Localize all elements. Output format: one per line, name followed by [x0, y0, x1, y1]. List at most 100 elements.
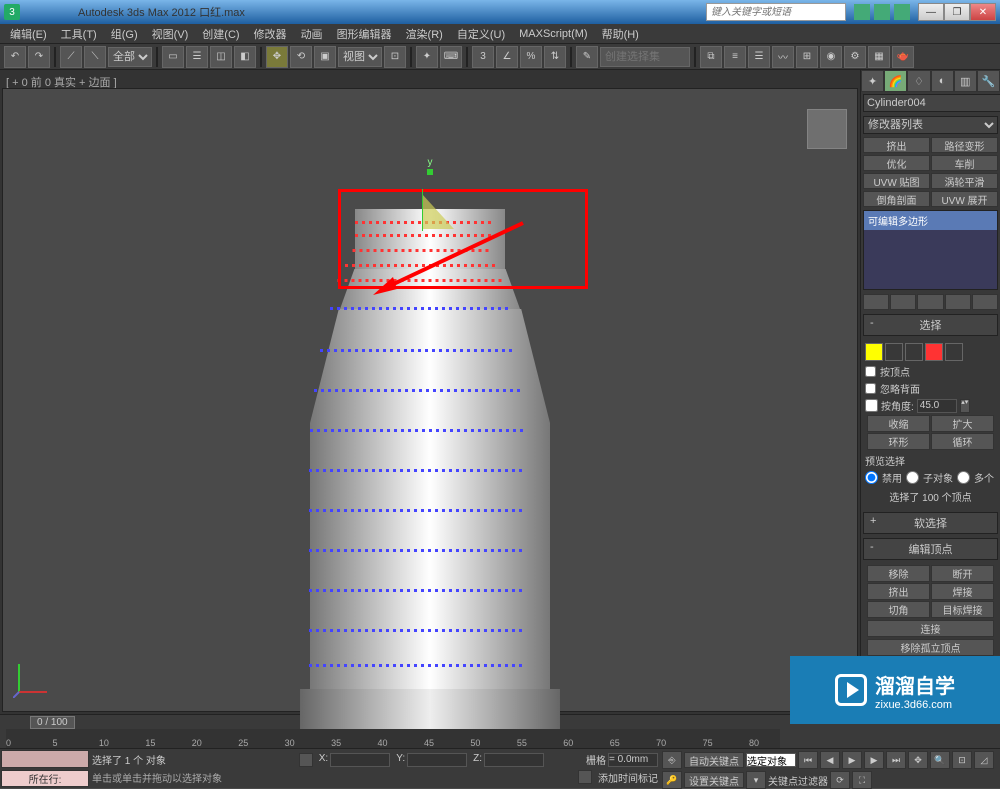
- keymode-icon[interactable]: ⌨: [440, 46, 462, 68]
- play-icon[interactable]: ▶: [842, 751, 862, 769]
- move-gizmo[interactable]: [422, 189, 462, 236]
- modifier-list[interactable]: 修改器列表: [863, 116, 998, 134]
- stack-pin-icon[interactable]: [863, 294, 889, 310]
- menu-help[interactable]: 帮助(H): [596, 24, 645, 44]
- select-name-icon[interactable]: ☰: [186, 46, 208, 68]
- btn-shrink[interactable]: 收缩: [867, 415, 930, 432]
- tag-icon[interactable]: [578, 770, 592, 784]
- window-crossing-icon[interactable]: ◧: [234, 46, 256, 68]
- time-ruler[interactable]: 05101520253035404550556065707580: [6, 729, 780, 748]
- chk-byvertex[interactable]: [865, 366, 876, 377]
- script-listener[interactable]: [1, 750, 89, 768]
- add-time-tag[interactable]: 添加时间标记: [598, 770, 658, 785]
- infocenter-icon[interactable]: [854, 4, 870, 20]
- rollout-softselection[interactable]: 软选择: [863, 512, 998, 534]
- material-editor-icon[interactable]: ◉: [820, 46, 842, 68]
- stack-showend-icon[interactable]: [890, 294, 916, 310]
- menu-animation[interactable]: 动画: [295, 24, 329, 44]
- btn-extrude[interactable]: 挤出: [867, 583, 930, 600]
- object-name-input[interactable]: [863, 94, 1000, 112]
- setkey-icon[interactable]: 🔑: [662, 771, 682, 789]
- btn-ring[interactable]: 环形: [867, 433, 930, 450]
- nav-fov-icon[interactable]: ◿: [974, 751, 994, 769]
- percent-snap-icon[interactable]: %: [520, 46, 542, 68]
- rotate-icon[interactable]: ⟲: [290, 46, 312, 68]
- menu-modifiers[interactable]: 修改器: [248, 24, 293, 44]
- radio-off[interactable]: [865, 471, 878, 484]
- chk-byangle[interactable]: [865, 399, 878, 412]
- chk-ignoreback[interactable]: [865, 383, 876, 394]
- menu-group[interactable]: 组(G): [105, 24, 144, 44]
- nav-zoomext-icon[interactable]: ⊡: [952, 751, 972, 769]
- curve-editor-icon[interactable]: 〰: [772, 46, 794, 68]
- nav-orbit-icon[interactable]: ⟳: [830, 771, 850, 789]
- btn-grow[interactable]: 扩大: [931, 415, 994, 432]
- lock-icon[interactable]: [299, 753, 313, 767]
- star-icon[interactable]: [874, 4, 890, 20]
- tab-motion-icon[interactable]: ◐: [931, 70, 954, 92]
- render-icon[interactable]: 🫖: [892, 46, 914, 68]
- mod-optimize[interactable]: 优化: [863, 155, 930, 171]
- tab-create-icon[interactable]: ✦: [861, 70, 884, 92]
- edit-selset-icon[interactable]: ✎: [576, 46, 598, 68]
- subobj-edge-icon[interactable]: [885, 343, 903, 361]
- pivot-icon[interactable]: ⊡: [384, 46, 406, 68]
- next-frame-icon[interactable]: ▶: [864, 751, 884, 769]
- maximize-button[interactable]: ❐: [944, 3, 970, 21]
- align-icon[interactable]: ≡: [724, 46, 746, 68]
- scale-icon[interactable]: ▣: [314, 46, 336, 68]
- angle-snap-icon[interactable]: ∠: [496, 46, 518, 68]
- ref-coord-system[interactable]: 视图: [338, 47, 382, 67]
- coord-y-input[interactable]: [407, 753, 467, 767]
- stack-config-icon[interactable]: [972, 294, 998, 310]
- layers-icon[interactable]: ☰: [748, 46, 770, 68]
- btn-break[interactable]: 断开: [931, 565, 994, 582]
- btn-connect[interactable]: 连接: [867, 620, 994, 637]
- tab-hierarchy-icon[interactable]: ♢: [907, 70, 930, 92]
- spinner-snap-icon[interactable]: ⇅: [544, 46, 566, 68]
- rollout-selection[interactable]: 选择: [863, 314, 998, 336]
- btn-weld[interactable]: 焊接: [931, 583, 994, 600]
- autokey-button[interactable]: 自动关键点: [684, 752, 744, 768]
- viewport-canvas[interactable]: y: [2, 88, 858, 712]
- move-icon[interactable]: ✥: [266, 46, 288, 68]
- btn-chamfer[interactable]: 切角: [867, 601, 930, 618]
- coord-z-input[interactable]: [484, 753, 544, 767]
- angle-input[interactable]: [917, 399, 957, 413]
- btn-removeiso[interactable]: 移除孤立顶点: [867, 639, 994, 656]
- help-icon[interactable]: [894, 4, 910, 20]
- grid-input[interactable]: [608, 753, 658, 767]
- menu-grapheditors[interactable]: 图形编辑器: [331, 24, 398, 44]
- radio-multi[interactable]: [957, 471, 970, 484]
- keymode-toggle-icon[interactable]: ⎆: [662, 751, 682, 769]
- snap-icon[interactable]: 3: [472, 46, 494, 68]
- subobj-element-icon[interactable]: [945, 343, 963, 361]
- link-icon[interactable]: ⟋: [60, 46, 82, 68]
- radio-subobj[interactable]: [906, 471, 919, 484]
- unlink-icon[interactable]: ⟍: [84, 46, 106, 68]
- goto-start-icon[interactable]: ⏮: [798, 751, 818, 769]
- menu-create[interactable]: 创建(C): [196, 24, 245, 44]
- btn-targetweld[interactable]: 目标焊接: [931, 601, 994, 618]
- undo-icon[interactable]: ↶: [4, 46, 26, 68]
- tab-utilities-icon[interactable]: 🔧: [977, 70, 1000, 92]
- btn-loop[interactable]: 循环: [931, 433, 994, 450]
- close-button[interactable]: ✕: [970, 3, 996, 21]
- mirror-icon[interactable]: ⧉: [700, 46, 722, 68]
- redo-icon[interactable]: ↷: [28, 46, 50, 68]
- menu-maxscript[interactable]: MAXScript(M): [513, 26, 593, 42]
- setkey-button[interactable]: 设置关键点: [684, 772, 744, 788]
- keyfilter-icon[interactable]: ▾: [746, 771, 766, 789]
- manipulate-icon[interactable]: ✦: [416, 46, 438, 68]
- keyfilter-label[interactable]: 关键点过滤器: [768, 773, 828, 788]
- select-region-icon[interactable]: ◫: [210, 46, 232, 68]
- select-icon[interactable]: ▭: [162, 46, 184, 68]
- render-frame-icon[interactable]: ▦: [868, 46, 890, 68]
- schematic-icon[interactable]: ⊞: [796, 46, 818, 68]
- prev-frame-icon[interactable]: ◀: [820, 751, 840, 769]
- mod-lathe[interactable]: 车削: [931, 155, 998, 171]
- stack-unique-icon[interactable]: [917, 294, 943, 310]
- subobj-polygon-icon[interactable]: [925, 343, 943, 361]
- selection-filter[interactable]: 全部: [108, 47, 152, 67]
- named-selection-input[interactable]: [600, 47, 690, 67]
